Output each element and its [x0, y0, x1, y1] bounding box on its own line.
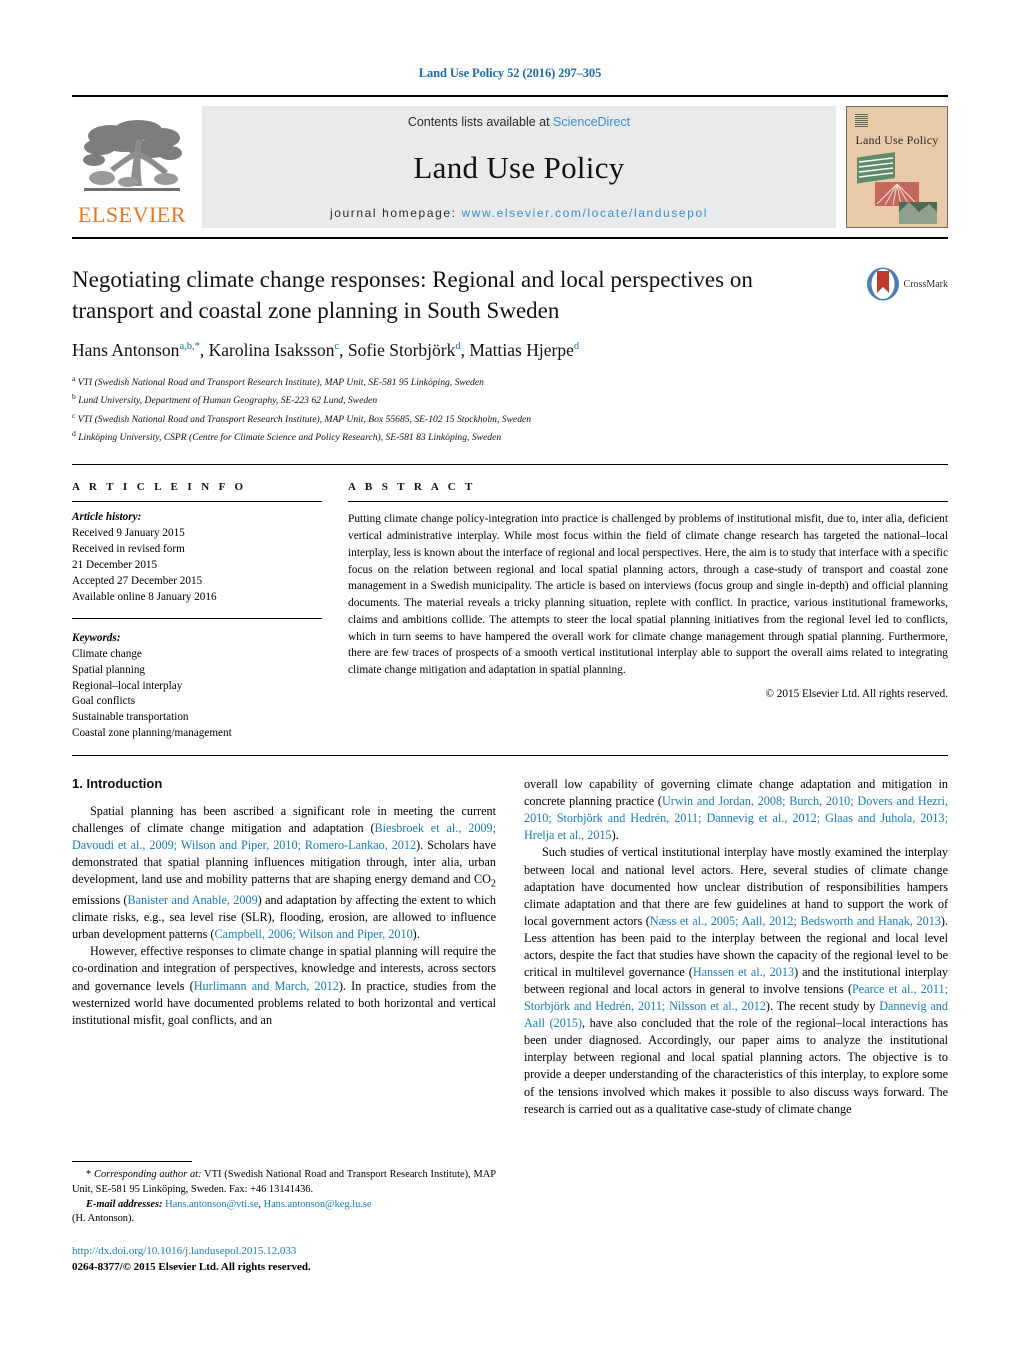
article-info-heading: A R T I C L E I N F O: [72, 481, 247, 494]
article-body: 1. Introduction Spatial planning has bee…: [72, 776, 948, 1276]
keywords-rule: [72, 617, 322, 619]
elsevier-logo: ELSEVIER: [72, 106, 192, 228]
running-head: Land Use Policy 52 (2016) 297–305: [418, 66, 602, 80]
article-history-group: Article history: Received 9 January 2015…: [72, 510, 322, 605]
email-owner: (H. Antonson).: [72, 1213, 135, 1225]
elsevier-tree-icon: [83, 120, 182, 191]
affiliation-list: a VTI (Swedish National Road and Transpo…: [72, 373, 948, 446]
page-title: Negotiating climate change responses: Re…: [72, 267, 753, 323]
keyword-item: Sustainable transportation: [72, 711, 189, 724]
masthead-center-band: Contents lists available at ScienceDirec…: [202, 106, 836, 228]
masthead-bottom-rule: [72, 237, 948, 239]
abstract-heading: A B S T R A C T: [348, 481, 476, 494]
affiliation-marker: b: [72, 392, 76, 402]
journal-masthead: ELSEVIER Contents lists available at Sci…: [72, 95, 948, 228]
history-item: Received in revised form: [72, 543, 185, 556]
affiliation-item: b Lund University, Department of Human G…: [72, 391, 948, 409]
article-info-rule: [72, 501, 322, 503]
contents-prefix: Contents lists available at: [407, 115, 554, 129]
keyword-item: Goal conflicts: [72, 695, 136, 708]
abstract-column: A B S T R A C T Putting climate change p…: [348, 481, 948, 742]
affiliation-marker: a: [72, 374, 76, 384]
paragraph: Such studies of vertical institutional i…: [524, 845, 949, 1116]
keyword-item: Coastal zone planning/management: [72, 727, 232, 740]
journal-homepage-url[interactable]: www.elsevier.com/locate/landusepol: [462, 206, 709, 220]
affiliation-item: c VTI (Swedish National Road and Transpo…: [72, 410, 948, 428]
keyword-item: Climate change: [72, 647, 142, 660]
title-bottom-rule: [72, 464, 948, 466]
affiliation-text: VTI (Swedish National Road and Transport…: [77, 377, 484, 389]
doi-link[interactable]: http://dx.doi.org/10.1016/j.landusepol.2…: [72, 1244, 496, 1260]
article-first-page: Land Use Policy 52 (2016) 297–305 ELSEVI…: [0, 0, 1020, 1351]
body-column-left: 1. Introduction Spatial planning has bee…: [72, 776, 496, 1276]
abstract-bottom-rule: [72, 755, 948, 757]
author-list: Hans Antonsona,b,*, Karolina Isakssonc, …: [72, 340, 580, 361]
affiliation-text: Lund University, Department of Human Geo…: [78, 395, 378, 407]
homepage-prefix: journal homepage:: [329, 206, 462, 220]
contents-lists-line: Contents lists available at ScienceDirec…: [408, 115, 630, 129]
affiliation-text: VTI (Swedish National Road and Transport…: [77, 413, 532, 425]
cover-artwork: [857, 152, 937, 224]
affiliation-item: a VTI (Swedish National Road and Transpo…: [72, 373, 948, 391]
paragraph: Spatial planning has been ascribed a sig…: [72, 804, 497, 942]
keyword-item: Regional–local interplay: [72, 679, 183, 692]
paragraph: However, effective responses to climate …: [72, 944, 496, 1027]
body-column-right: overall low capability of governing clim…: [524, 776, 948, 1276]
abstract-copyright: © 2015 Elsevier Ltd. All rights reserved…: [765, 688, 949, 700]
crossmark-label: CrossMark: [903, 278, 948, 290]
sciencedirect-link[interactable]: ScienceDirect: [553, 115, 630, 129]
history-item: Accepted 27 December 2015: [72, 574, 203, 587]
footnote-rule: [72, 1161, 192, 1163]
article-info-column: A R T I C L E I N F O Article history: R…: [72, 481, 348, 742]
email-label: E-mail addresses:: [86, 1198, 163, 1210]
email-note: E-mail addresses: Hans.antonson@vti.se, …: [72, 1198, 372, 1225]
title-block: CrossMark Negotiating climate change res…: [72, 265, 948, 446]
info-abstract-section: A R T I C L E I N F O Article history: R…: [72, 481, 948, 742]
history-item: Available online 8 January 2016: [72, 590, 217, 603]
journal-title: Land Use Policy: [413, 149, 625, 185]
article-history-label: Article history:: [72, 511, 142, 524]
keyword-item: Spatial planning: [72, 663, 146, 676]
history-item: Received 9 January 2015: [72, 527, 185, 540]
abstract-text: Putting climate change policy-integratio…: [348, 513, 948, 677]
journal-homepage-line: journal homepage: www.elsevier.com/locat…: [330, 206, 708, 220]
keywords-label: Keywords:: [72, 631, 121, 644]
footnote-block: * Corresponding author at: VTI (Swedish …: [72, 1161, 496, 1276]
corresponding-author-note: * Corresponding author at: VTI (Swedish …: [72, 1169, 496, 1195]
cover-journal-title: Land Use Policy: [855, 133, 939, 147]
affiliation-marker: c: [72, 410, 76, 420]
history-item: 21 December 2015: [72, 559, 158, 572]
email-address[interactable]: Hans.antonson@keg.lu.se: [264, 1199, 372, 1210]
affiliation-item: d Linköping University, CSPR (Centre for…: [72, 428, 948, 446]
elsevier-wordmark: ELSEVIER: [78, 202, 186, 227]
issn-copyright-line: 0264-8377/© 2015 Elsevier Ltd. All right…: [72, 1261, 311, 1274]
affiliation-marker: d: [72, 429, 76, 439]
journal-cover-thumbnail: Land Use Policy: [846, 106, 948, 228]
abstract-rule-top: [348, 501, 948, 503]
email-address[interactable]: Hans.antonson@vti.se: [165, 1199, 258, 1210]
keywords-group: Keywords: Climate change Spatial plannin…: [72, 631, 322, 742]
cover-publisher-mark-icon: [855, 114, 868, 127]
crossmark-badge[interactable]: CrossMark: [866, 267, 948, 301]
affiliation-text: Linköping University, CSPR (Centre for C…: [78, 432, 502, 444]
crossmark-icon: [866, 267, 899, 301]
doi-block: http://dx.doi.org/10.1016/j.landusepol.2…: [72, 1244, 496, 1276]
paragraph: overall low capability of governing clim…: [524, 777, 949, 843]
section-heading-introduction: 1. Introduction: [72, 776, 163, 792]
